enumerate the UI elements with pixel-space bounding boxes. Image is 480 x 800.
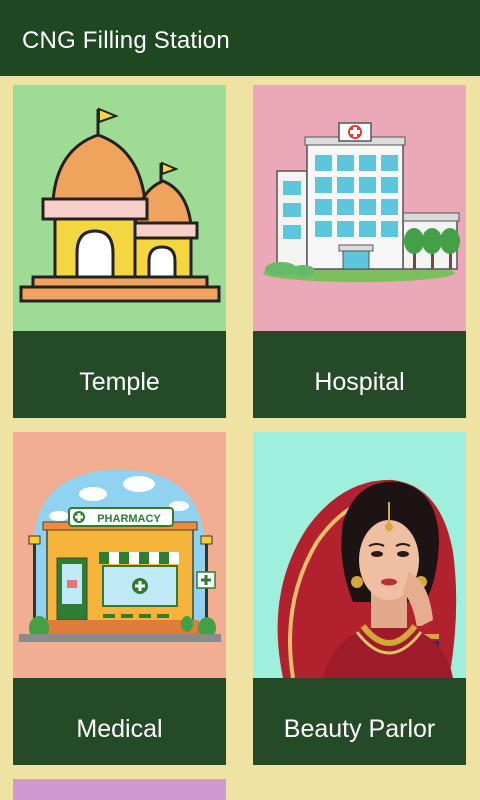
card-medical[interactable]: PHARMACY Medical <box>13 432 226 765</box>
hospital-icon <box>253 85 466 331</box>
bride-portrait <box>253 432 466 678</box>
temple-icon <box>13 85 226 331</box>
card-temple[interactable]: Temple <box>13 85 226 418</box>
card-label-medical: Medical <box>76 715 163 743</box>
card-label-beauty-parlor: Beauty Parlor <box>283 715 436 743</box>
card-label-bar: Hospital <box>253 331 466 418</box>
card-label-hospital: Hospital <box>314 368 405 396</box>
pharmacy-icon: PHARMACY <box>13 432 226 678</box>
card-label-bar: Medical <box>13 678 226 765</box>
pharmacy-sign-text: PHARMACY <box>97 513 161 525</box>
app-bar: CNG Filling Station <box>0 0 480 76</box>
page-title: CNG Filling Station <box>22 27 230 54</box>
card-label-bar: Temple <box>13 331 226 418</box>
card-label-bar: Beauty Parlor <box>253 678 466 765</box>
card-label-temple: Temple <box>79 368 160 396</box>
card-beauty-parlor[interactable]: Beauty Parlor <box>253 432 466 765</box>
card-partial[interactable] <box>13 779 226 800</box>
card-hospital[interactable]: Hospital <box>253 85 466 418</box>
